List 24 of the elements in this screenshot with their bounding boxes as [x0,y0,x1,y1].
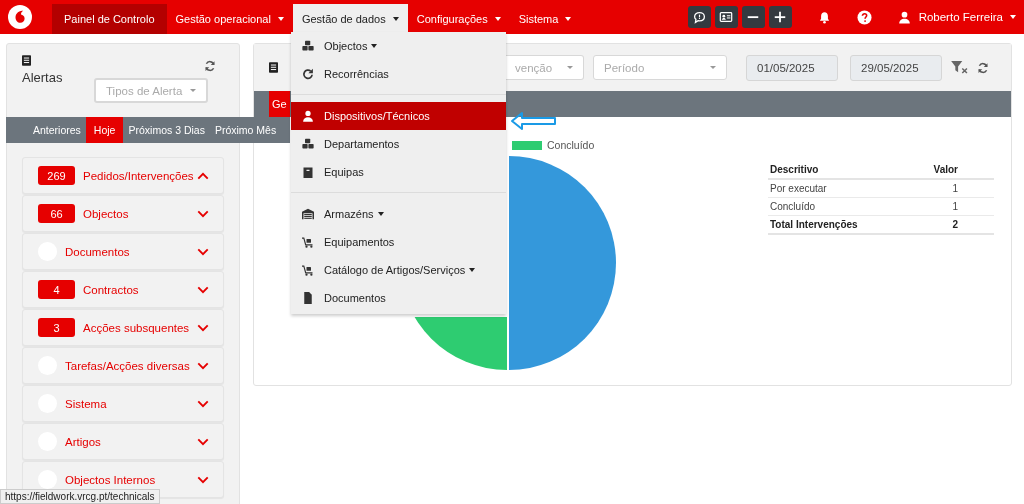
panel-title: Alertas [22,70,63,85]
table-cell: 2 [902,215,994,234]
count-badge: 4 [38,280,75,299]
table-cell: Por executar [768,179,903,198]
table-cell: Concluído [768,197,903,216]
group-label: Contractos [83,283,140,296]
group-label: Documentos [65,245,131,258]
column-header: Valor [902,161,994,179]
group-label: Tarefas/Acções diversas [65,359,191,372]
group-label: Pedidos/Intervenções [83,169,195,182]
group-label: Objectos Internos [65,473,157,486]
group-label: Acções subsquentes [83,321,191,334]
count-badge: 269 [38,166,75,185]
legend-label: Concluído [547,139,595,151]
count-badge: 3 [38,318,75,337]
group-label: Artigos [65,435,102,448]
table-cell: 1 [902,179,994,198]
link-status-tooltip: https://fieldwork.vrcg.pt/technicals [0,489,160,504]
group-label: Sistema [65,397,108,410]
column-header: Descritivo [768,161,903,179]
count-badge: 66 [38,204,75,223]
table-cell: Total Intervenções [768,215,903,234]
group-label: Objectos [83,207,130,220]
table-cell: 1 [902,197,994,216]
